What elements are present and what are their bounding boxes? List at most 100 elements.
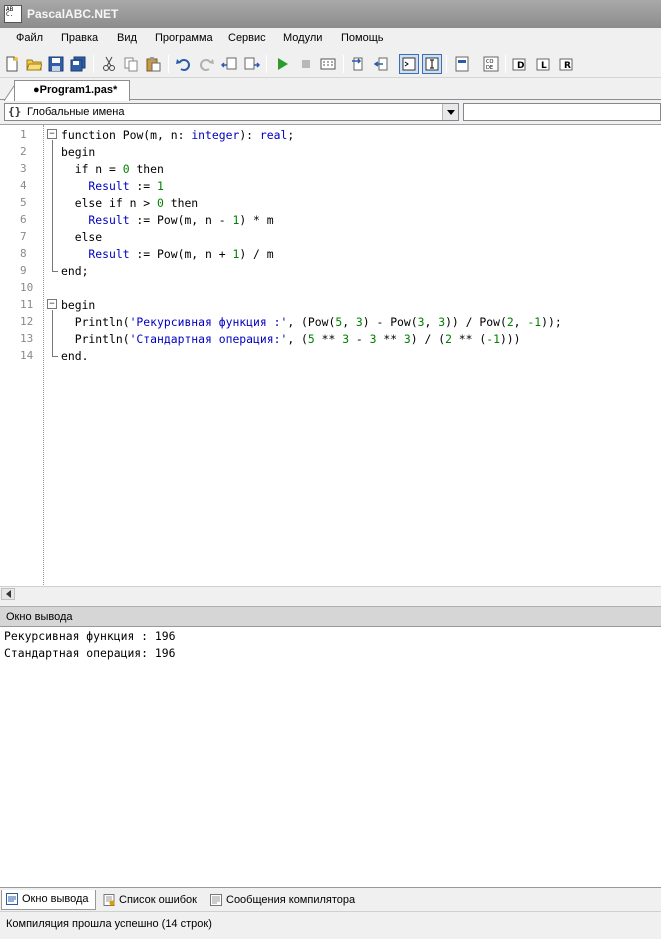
console-toggle-icon[interactable] <box>399 54 419 74</box>
menu-service[interactable]: Сервис <box>228 32 266 44</box>
fold-toggle-icon[interactable]: − <box>47 129 57 139</box>
line-number: 14 <box>20 349 34 362</box>
code-token: else <box>61 230 103 244</box>
debug-l-icon[interactable]: L <box>534 54 554 74</box>
indent-right-icon[interactable] <box>242 54 262 74</box>
code-token: 3 <box>403 332 411 346</box>
step-into-icon[interactable] <box>349 54 369 74</box>
menu-view[interactable]: Вид <box>117 32 137 44</box>
toolbar-separator <box>93 55 94 73</box>
code-token: )); <box>541 315 562 329</box>
code-token: ** <box>314 332 343 346</box>
output-panel-title: Окно вывода <box>6 611 73 623</box>
toolbar-separator <box>505 55 506 73</box>
menu-file[interactable]: Файл <box>16 32 43 44</box>
run-icon[interactable] <box>272 54 292 74</box>
paste-icon[interactable] <box>143 54 163 74</box>
indent-left-icon[interactable] <box>219 54 239 74</box>
scope-dropdown[interactable]: {} Глобальные имена <box>4 103 459 121</box>
save-icon[interactable] <box>46 54 66 74</box>
code-line: Println('Рекурсивная функция :', (Pow(5,… <box>61 315 562 329</box>
code-format-icon[interactable]: CO DE <box>481 54 501 74</box>
code-token: then <box>163 196 199 210</box>
code-token: end; <box>61 264 89 278</box>
code-line: end. <box>61 349 88 363</box>
svg-text:R: R <box>564 61 571 71</box>
stop-icon[interactable] <box>296 54 316 74</box>
tab-program1[interactable]: ●Program1.pas* <box>14 80 131 101</box>
code-token: if <box>61 162 96 176</box>
fold-toggle-icon[interactable]: − <box>47 299 57 309</box>
error-list-icon <box>103 894 115 906</box>
tab-output-window[interactable]: Окно вывода <box>1 890 96 910</box>
member-dropdown[interactable] <box>463 103 661 121</box>
app-icon: AB C. <box>4 5 22 23</box>
code-token: begin <box>61 298 96 312</box>
code-token: real <box>259 128 288 142</box>
output-line: Рекурсивная функция : 196 <box>4 629 176 643</box>
tab-compiler-messages[interactable]: Сообщения компилятора <box>205 890 362 910</box>
compile-icon[interactable] <box>318 54 338 74</box>
code-token: ** ( <box>451 332 487 346</box>
debug-r-icon[interactable]: R <box>557 54 577 74</box>
code-token: ) * m <box>239 213 274 227</box>
output-window[interactable]: Рекурсивная функция : 196 Стандартная оп… <box>0 627 661 887</box>
document-tab-strip: ●Program1.pas* <box>0 78 661 101</box>
scroll-left-icon[interactable] <box>1 588 15 600</box>
code-token: , (Pow( <box>287 315 336 329</box>
toolbar-separator <box>266 55 267 73</box>
code-line: end; <box>61 264 88 278</box>
menu-edit[interactable]: Правка <box>61 32 98 44</box>
line-number: 6 <box>20 213 27 226</box>
code-line: Println('Стандартная операция:', (5 ** 3… <box>61 332 521 346</box>
chevron-down-icon[interactable] <box>442 104 458 120</box>
new-file-icon[interactable] <box>2 54 22 74</box>
line-number: 3 <box>20 162 27 175</box>
code-line: else if n > 0 then <box>61 196 198 210</box>
undo-icon[interactable] <box>174 54 194 74</box>
open-folder-icon[interactable] <box>24 54 44 74</box>
code-token: integer <box>191 128 240 142</box>
svg-text:D: D <box>517 61 524 71</box>
menu-bar: Файл Правка Вид Программа Сервис Модули … <box>0 28 661 50</box>
code-token: n > <box>129 196 158 210</box>
line-number: 7 <box>20 230 27 243</box>
code-token: := <box>129 179 158 193</box>
input-toggle-icon[interactable] <box>422 54 442 74</box>
copy-icon[interactable] <box>121 54 141 74</box>
debug-d-icon[interactable]: D <box>510 54 530 74</box>
code-token: := Pow(m, n - <box>129 213 233 227</box>
horizontal-scrollbar[interactable] <box>0 586 661 600</box>
code-editor[interactable]: 1 2 3 4 5 6 7 8 9 10 11 12 13 14 − − function Pow(m, … <box>0 124 661 587</box>
code-line: Result := Pow(m, n + 1) / m <box>61 247 274 261</box>
code-token: 2 <box>445 332 452 346</box>
output-panel-header: Окно вывода <box>0 606 661 627</box>
code-token: Pow(m, n: <box>122 128 192 142</box>
code-token: ): <box>239 128 260 142</box>
menu-help[interactable]: Помощь <box>341 32 384 44</box>
code-token: Result <box>61 179 130 193</box>
tab-error-list[interactable]: Список ошибок <box>98 890 204 910</box>
toolbar: CO DE D L R <box>0 50 661 78</box>
code-token: )) / Pow( <box>445 315 507 329</box>
line-number: 8 <box>20 247 27 260</box>
step-over-icon[interactable] <box>372 54 392 74</box>
code-token: ) - Pow( <box>362 315 418 329</box>
compiler-messages-icon <box>210 894 222 906</box>
fold-end-marker <box>52 271 58 272</box>
code-token: 0 <box>157 196 164 210</box>
code-token: Println( <box>61 315 130 329</box>
code-token: ) / m <box>239 247 274 261</box>
form-designer-icon[interactable] <box>452 54 472 74</box>
line-number: 5 <box>20 196 27 209</box>
cut-icon[interactable] <box>99 54 119 74</box>
redo-icon[interactable] <box>196 54 216 74</box>
code-line: Result := 1 <box>61 179 163 193</box>
save-all-icon[interactable] <box>68 54 88 74</box>
code-token: Result <box>61 213 130 227</box>
title-bar: AB C. PascalABC.NET <box>0 0 661 28</box>
menu-modules[interactable]: Модули <box>283 32 322 44</box>
menu-program[interactable]: Программа <box>155 32 213 44</box>
code-token: -1 <box>486 332 500 346</box>
code-token: ** <box>376 332 404 346</box>
